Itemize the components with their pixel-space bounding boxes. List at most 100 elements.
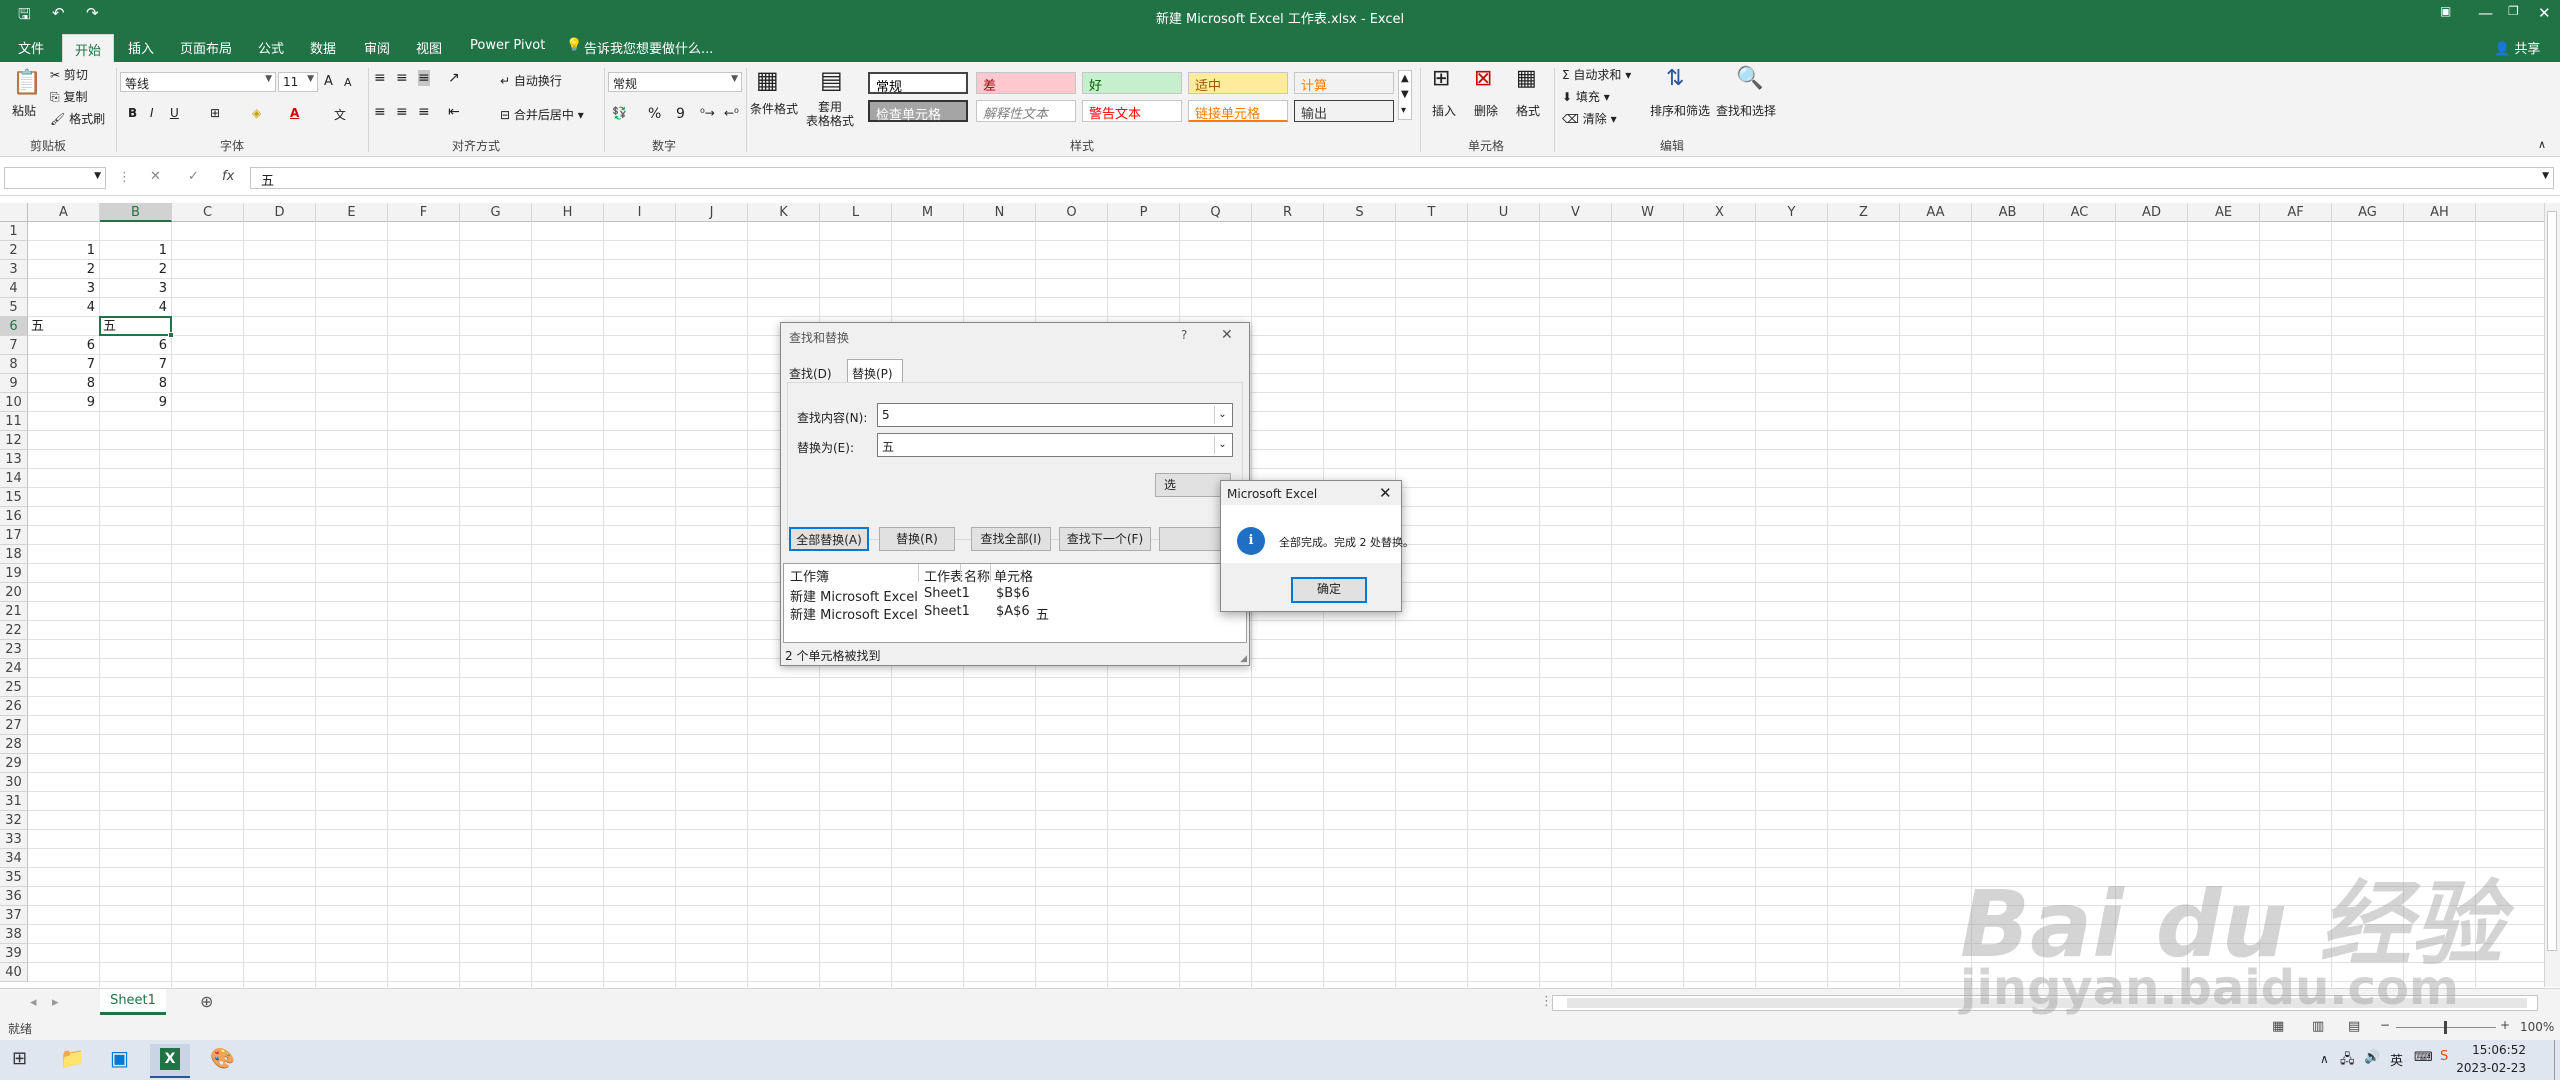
column-header-aa[interactable]: AA [1900,203,1972,222]
column-header-h[interactable]: H [532,203,604,222]
restore-icon[interactable]: ❐ [2508,4,2519,18]
ime-icon[interactable]: 英 [2390,1050,2403,1069]
cell-b5[interactable]: 4 [100,298,170,317]
cell-a9[interactable]: 8 [28,374,98,393]
replace-button[interactable]: 替换(R) [879,527,955,551]
prev-sheet-icon[interactable]: ◂ [30,995,37,1010]
row-header-10[interactable]: 10 [0,393,28,412]
result-value[interactable]: 五 [1036,604,1049,623]
row-header-11[interactable]: 11 [0,412,28,431]
results-header-sheet[interactable]: 工作表 [924,566,963,585]
currency-icon[interactable]: 💱 [612,106,627,120]
column-header-m[interactable]: M [892,203,964,222]
sort-filter-button[interactable]: 排序和筛选 [1650,102,1710,119]
find-all-button[interactable]: 查找全部(I) [971,527,1051,551]
row-header-21[interactable]: 21 [0,602,28,621]
tab-file[interactable]: 文件 [18,38,44,57]
clock-time[interactable]: 15:06:52 [2436,1043,2526,1057]
align-top-icon[interactable]: ≡ [374,70,386,86]
style-calculation[interactable]: 计算 [1294,72,1394,94]
paste-icon[interactable]: 📋 [12,68,42,96]
cell-b3[interactable]: 2 [100,260,170,279]
number-format-dropdown[interactable]: 常规 ▼ [608,72,742,92]
font-name-dropdown[interactable]: 等线 ▼ [120,72,276,92]
cell-a10[interactable]: 9 [28,393,98,412]
active-cell-selection[interactable] [99,316,174,338]
italic-button[interactable]: I [150,106,154,120]
excel-taskbar-button[interactable]: X [150,1044,190,1078]
column-header-b[interactable]: B [100,203,172,222]
row-header-33[interactable]: 33 [0,830,28,849]
percent-button[interactable]: % [648,106,661,122]
column-header-y[interactable]: Y [1756,203,1828,222]
increase-decimal-icon[interactable]: ⁰→ [700,106,715,120]
scroll-thumb[interactable] [2547,211,2557,951]
result-sheet[interactable]: Sheet1 [924,604,970,619]
column-header-p[interactable]: P [1108,203,1180,222]
row-header-37[interactable]: 37 [0,906,28,925]
chevron-down-icon[interactable]: ⌄ [1214,436,1230,454]
row-header-38[interactable]: 38 [0,925,28,944]
results-list[interactable]: 工作簿 工作表 名称 单元格 新建 Microsoft Excel 工作表.xl… [783,563,1247,643]
column-header-i[interactable]: I [604,203,676,222]
show-desktop-button[interactable] [2554,1040,2558,1080]
row-header-2[interactable]: 2 [0,241,28,260]
name-box[interactable]: ▼ [4,167,106,189]
style-linked-cell[interactable]: 链接单元格 [1188,100,1288,122]
row-header-13[interactable]: 13 [0,450,28,469]
column-header-ae[interactable]: AE [2188,203,2260,222]
style-bad[interactable]: 差 [976,72,1076,94]
format-table-icon[interactable]: ▤ [820,66,843,94]
result-cell[interactable]: $B$6 [996,586,1030,601]
column-header-n[interactable]: N [964,203,1036,222]
row-header-17[interactable]: 17 [0,526,28,545]
tab-power-pivot[interactable]: Power Pivot [470,38,545,53]
indent-icon[interactable]: ⇤ [448,104,460,120]
row-header-39[interactable]: 39 [0,944,28,963]
keyboard-icon[interactable]: ⌨ [2414,1050,2433,1065]
cell-a8[interactable]: 7 [28,355,98,374]
fill-button[interactable]: ⬇ 填充 ▾ [1562,88,1610,105]
column-header-c[interactable]: C [172,203,244,222]
column-header-e[interactable]: E [316,203,388,222]
phonetic-icon[interactable]: 文 [334,106,346,123]
style-good[interactable]: 好 [1082,72,1182,94]
delete-cells-button[interactable]: 删除 [1474,102,1498,119]
file-explorer-icon[interactable]: 📁 [60,1046,85,1070]
row-header-18[interactable]: 18 [0,545,28,564]
sheet-tab-sheet1[interactable]: Sheet1 [100,989,166,1015]
column-header-j[interactable]: J [676,203,748,222]
conditional-format-icon[interactable]: ▦ [756,66,779,94]
delete-cells-icon[interactable]: ⊠ [1474,66,1492,91]
style-normal[interactable]: 常规 [868,72,968,95]
zoom-in-icon[interactable]: + [2500,1018,2510,1032]
align-center-icon[interactable]: ≡ [396,104,408,120]
find-input[interactable]: 5 ⌄ [877,403,1233,427]
column-header-t[interactable]: T [1396,203,1468,222]
row-header-23[interactable]: 23 [0,640,28,659]
cell-a7[interactable]: 6 [28,336,98,355]
tab-find[interactable]: 查找(D) [789,365,832,382]
row-header-12[interactable]: 12 [0,431,28,450]
column-header-a[interactable]: A [28,203,100,222]
zoom-slider[interactable] [2396,1021,2496,1034]
column-header-s[interactable]: S [1324,203,1396,222]
cell-a3[interactable]: 2 [28,260,98,279]
network-icon[interactable]: 🖧 [2340,1050,2355,1072]
column-header-v[interactable]: V [1540,203,1612,222]
results-header-book[interactable]: 工作簿 [790,566,829,585]
enter-icon[interactable]: ✓ [188,169,199,184]
align-right-icon[interactable]: ≡ [418,104,430,120]
conditional-format-button[interactable]: 条件格式 [750,100,798,117]
cancel-icon[interactable]: ✕ [150,169,161,184]
row-header-31[interactable]: 31 [0,792,28,811]
results-header-name[interactable]: 名称 [964,566,990,585]
align-left-icon[interactable]: ≡ [374,104,386,120]
fill-handle[interactable] [168,332,174,338]
column-header-af[interactable]: AF [2260,203,2332,222]
row-header-5[interactable]: 5 [0,298,28,317]
page-layout-icon[interactable]: ▥ [2312,1019,2324,1034]
share-button[interactable]: 👤 共享 [2494,38,2540,57]
autosum-button[interactable]: Σ 自动求和 ▾ [1562,66,1631,83]
cell-b7[interactable]: 6 [100,336,170,355]
